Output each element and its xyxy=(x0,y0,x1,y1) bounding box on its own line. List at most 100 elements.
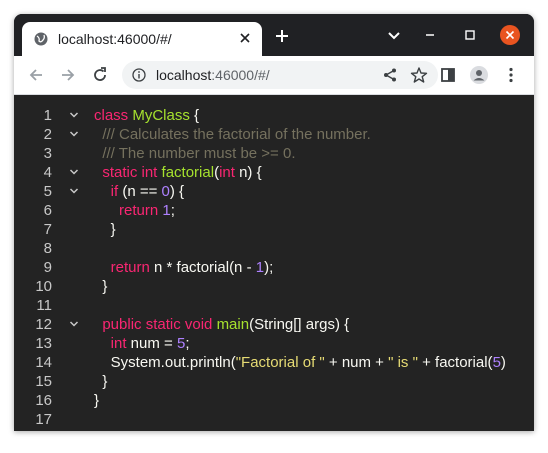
code-line[interactable]: 14 System.out.println("Factorial of " + … xyxy=(14,353,534,372)
code-line[interactable]: 2 /// Calculates the factorial of the nu… xyxy=(14,125,534,144)
kebab-menu-icon[interactable] xyxy=(501,65,521,85)
code-token: 0 xyxy=(161,183,170,200)
code-text: if (n == 0) { xyxy=(94,182,184,201)
code-token: ); xyxy=(264,259,274,276)
fold-chevron-icon[interactable] xyxy=(69,168,79,176)
code-text: class MyClass { xyxy=(94,106,199,125)
code-token: } xyxy=(94,392,100,409)
code-line[interactable]: 17 xyxy=(14,410,534,429)
fold-chevron-icon[interactable] xyxy=(69,320,79,328)
tab-search-chevron-icon[interactable] xyxy=(384,25,404,45)
line-number: 3 xyxy=(43,145,52,162)
bookmark-star-icon[interactable] xyxy=(410,66,428,84)
fold-chevron-icon[interactable] xyxy=(69,111,79,119)
code-token: { xyxy=(189,107,200,124)
reload-icon[interactable] xyxy=(90,65,110,85)
code-token: int xyxy=(219,164,235,181)
code-token: n) { xyxy=(234,164,262,181)
code-token: /// Calculates the factorial of the numb… xyxy=(94,126,371,143)
code-line[interactable]: 12 public static void main(String[] args… xyxy=(14,315,534,334)
url-host: localhost xyxy=(156,67,212,83)
code-line[interactable]: 7 } xyxy=(14,220,534,239)
code-line[interactable]: 8 xyxy=(14,239,534,258)
code-line[interactable]: 10 } xyxy=(14,277,534,296)
code-token: (String[] args) { xyxy=(249,316,350,333)
new-tab-icon[interactable] xyxy=(274,28,290,44)
fold-chevron-icon[interactable] xyxy=(69,187,79,195)
line-number: 17 xyxy=(35,411,52,428)
tab-strip: localhost:46000/#/ xyxy=(14,14,534,56)
code-token: } xyxy=(94,278,108,295)
browser-window: localhost:46000/#/ localhost:46000/#/ 1 … xyxy=(14,14,534,431)
line-number: 9 xyxy=(43,259,52,276)
code-token: return xyxy=(94,259,150,276)
line-number: 5 xyxy=(43,183,52,200)
code-line[interactable]: 6 return 1; xyxy=(14,201,534,220)
code-token: static int xyxy=(94,164,162,181)
code-line[interactable]: 13 int num = 5; xyxy=(14,334,534,353)
fold-chevron-icon[interactable] xyxy=(69,130,79,138)
code-text: return 1; xyxy=(94,201,175,220)
forward-arrow-icon[interactable] xyxy=(58,65,78,85)
back-arrow-icon[interactable] xyxy=(26,65,46,85)
side-panel-icon[interactable] xyxy=(438,65,458,85)
code-token: MyClass xyxy=(132,107,190,124)
code-token: 1 xyxy=(255,259,265,276)
code-token: if xyxy=(94,183,119,200)
line-number: 13 xyxy=(35,335,52,352)
line-number: 11 xyxy=(36,297,52,314)
code-line[interactable]: 15 } xyxy=(14,372,534,391)
code-text: System.out.println("Factorial of " + num… xyxy=(94,353,506,372)
code-token: + factorial( xyxy=(417,354,493,371)
browser-tab[interactable]: localhost:46000/#/ xyxy=(22,22,262,56)
code-text: /// Calculates the factorial of the numb… xyxy=(94,125,371,144)
code-token: 5 xyxy=(492,354,501,371)
url-text[interactable]: localhost:46000/#/ xyxy=(156,67,270,83)
code-line[interactable]: 9 return n * factorial(n - 1); xyxy=(14,258,534,277)
code-token: } xyxy=(94,221,116,238)
code-text: } xyxy=(94,391,99,410)
code-token: ) { xyxy=(169,183,185,200)
code-line[interactable]: 4 static int factorial(int n) { xyxy=(14,163,534,182)
line-number: 14 xyxy=(35,354,52,371)
browser-toolbar: localhost:46000/#/ xyxy=(14,56,534,95)
line-number: 2 xyxy=(43,126,52,143)
line-number: 7 xyxy=(43,221,52,238)
share-icon[interactable] xyxy=(382,67,398,83)
address-bar[interactable]: localhost:46000/#/ xyxy=(122,61,438,89)
code-token: class xyxy=(94,107,133,124)
code-token: main xyxy=(216,316,250,333)
maximize-icon[interactable] xyxy=(460,25,480,45)
code-text: return n * factorial(n - 1); xyxy=(94,258,274,277)
code-token: ; xyxy=(185,335,190,352)
url-path: :46000/#/ xyxy=(211,67,270,83)
line-number: 1 xyxy=(43,107,52,124)
code-token: num = xyxy=(126,335,177,352)
code-token: n * factorial(n - xyxy=(149,259,256,276)
code-token: return xyxy=(94,202,163,219)
code-editor[interactable]: 1 class MyClass {2 /// Calculates the fac… xyxy=(14,95,534,431)
code-token: public static void xyxy=(94,316,217,333)
site-info-icon[interactable] xyxy=(132,68,146,82)
code-line[interactable]: 3 /// The number must be >= 0. xyxy=(14,144,534,163)
code-text: int num = 5; xyxy=(94,334,190,353)
minimize-icon[interactable] xyxy=(420,25,440,45)
close-window-icon[interactable] xyxy=(500,25,520,45)
code-text: } xyxy=(94,277,107,296)
code-line[interactable]: 11 xyxy=(14,296,534,315)
tab-title: localhost:46000/#/ xyxy=(58,31,172,47)
code-token: 1 xyxy=(162,202,171,219)
code-token: /// The number must be >= 0. xyxy=(94,145,296,162)
code-line[interactable]: 16} xyxy=(14,391,534,410)
profile-avatar-icon[interactable] xyxy=(469,65,489,85)
code-token: System.out.println( xyxy=(94,354,236,371)
code-text: } xyxy=(94,220,116,239)
code-line[interactable]: 5 if (n == 0) { xyxy=(14,182,534,201)
code-text: /// The number must be >= 0. xyxy=(94,144,296,163)
close-tab-icon[interactable] xyxy=(238,31,252,45)
code-text: public static void main(String[] args) { xyxy=(94,315,349,334)
code-line[interactable]: 1 class MyClass { xyxy=(14,106,534,125)
line-number: 15 xyxy=(35,373,52,390)
code-token: (n == xyxy=(118,183,162,200)
code-token: ) xyxy=(500,354,506,371)
